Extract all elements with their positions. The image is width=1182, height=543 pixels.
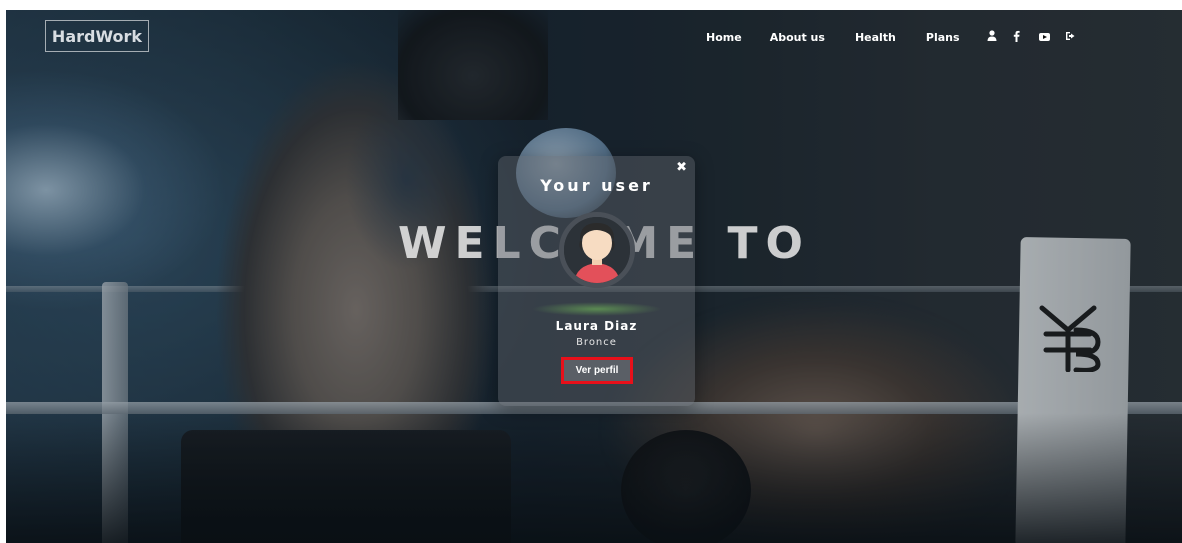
user-tier: Bronce <box>576 337 617 348</box>
view-profile-label: Ver perfil <box>575 365 619 376</box>
main-nav: Home About us Health Plans <box>706 29 1079 45</box>
avatar-illustration <box>564 217 630 283</box>
nav-link-home[interactable]: Home <box>706 31 742 44</box>
card-title: Your user <box>540 176 653 195</box>
user-icon[interactable] <box>984 30 1000 44</box>
nav-link-health[interactable]: Health <box>855 31 896 44</box>
close-icon[interactable]: ✖ <box>676 160 687 175</box>
user-profile-card: ✖ Your user Laura Diaz Bronce Ver perfil <box>498 156 695 406</box>
brand-logo-link[interactable]: HardWork <box>45 20 149 52</box>
logout-icon[interactable] <box>1063 30 1079 44</box>
view-profile-button[interactable]: Ver perfil <box>561 357 633 384</box>
page-frame: WELCOME TO HardWork Home About us Health… <box>6 10 1182 543</box>
facebook-icon[interactable] <box>1009 30 1025 45</box>
nav-link-about-us[interactable]: About us <box>770 31 825 44</box>
avatar <box>559 212 635 288</box>
nav-link-plans[interactable]: Plans <box>926 31 960 44</box>
youtube-icon[interactable] <box>1037 30 1053 44</box>
avatar-glow <box>532 302 662 316</box>
user-name: Laura Diaz <box>555 319 638 333</box>
